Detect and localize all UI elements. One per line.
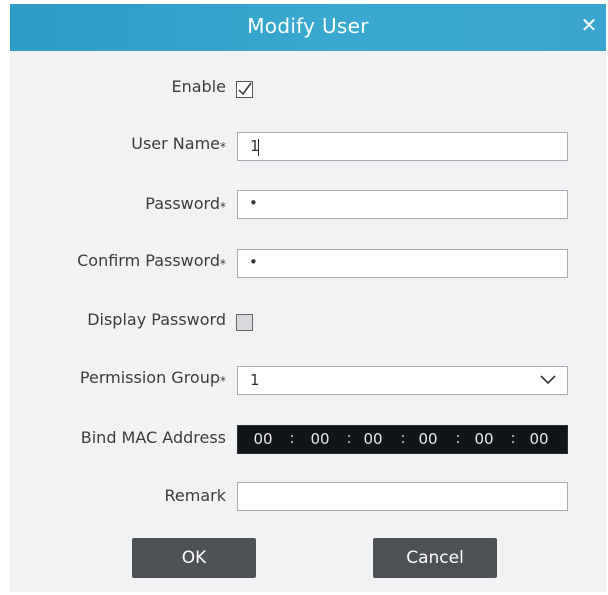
display-password-label: Display Password: [87, 310, 226, 329]
password-input[interactable]: •: [237, 190, 568, 219]
password-mask: •: [249, 194, 258, 212]
mac-separator: :: [400, 429, 406, 447]
confirm-password-label-text: Confirm Password: [77, 251, 220, 270]
enable-label: Enable: [172, 77, 227, 96]
dialog-title: Modify User: [247, 14, 369, 38]
remark-label-text: Remark: [164, 486, 226, 505]
checkmark-icon: [238, 82, 252, 96]
enable-checkbox[interactable]: [236, 81, 253, 98]
ok-button[interactable]: OK: [132, 538, 256, 578]
bind-mac-label: Bind MAC Address: [81, 428, 226, 447]
bind-mac-label-text: Bind MAC Address: [80, 428, 226, 447]
dialog-titlebar: Modify User ✕: [10, 4, 606, 51]
mac-separator: :: [346, 429, 352, 447]
mac-octet-5[interactable]: 00: [472, 430, 496, 448]
text-cursor: [258, 139, 259, 156]
mac-octet-1[interactable]: 00: [251, 430, 275, 448]
confirm-password-mask: •: [249, 253, 258, 271]
password-label-text: Password: [145, 194, 220, 213]
required-mark: *: [220, 374, 226, 388]
confirm-password-input[interactable]: •: [237, 249, 568, 278]
remark-label: Remark: [165, 486, 226, 505]
required-mark: *: [220, 257, 226, 271]
remark-input[interactable]: [237, 482, 568, 511]
mac-separator: :: [510, 429, 516, 447]
permission-group-label-text: Permission Group: [79, 368, 220, 387]
mac-octet-2[interactable]: 00: [308, 430, 332, 448]
close-icon[interactable]: ✕: [580, 15, 598, 35]
permission-group-label: Permission Group*: [79, 368, 226, 388]
mac-octet-6[interactable]: 00: [527, 430, 551, 448]
permission-group-select[interactable]: 1: [237, 366, 568, 395]
required-mark: *: [220, 200, 226, 214]
mac-separator: :: [289, 429, 295, 447]
mac-octet-4[interactable]: 00: [416, 430, 440, 448]
user-name-input[interactable]: 1: [237, 132, 568, 161]
cancel-button[interactable]: Cancel: [373, 538, 497, 578]
confirm-password-label: Confirm Password*: [77, 251, 226, 271]
modify-user-dialog: Modify User ✕ Enable User Name* 1 Passwo…: [10, 4, 606, 592]
display-password-label-text: Display Password: [87, 310, 226, 329]
password-label: Password*: [145, 194, 226, 214]
mac-octet-3[interactable]: 00: [361, 430, 385, 448]
chevron-down-icon: [540, 375, 556, 385]
user-name-label: User Name*: [131, 134, 226, 154]
permission-group-value: 1: [250, 371, 260, 389]
required-mark: *: [220, 140, 226, 154]
user-name-label-text: User Name: [131, 134, 220, 153]
mac-separator: :: [455, 429, 461, 447]
enable-label-text: Enable: [171, 77, 227, 96]
mac-address-input[interactable]: 00 : 00 : 00 : 00 : 00 : 00: [237, 425, 568, 454]
display-password-checkbox[interactable]: [236, 314, 253, 331]
